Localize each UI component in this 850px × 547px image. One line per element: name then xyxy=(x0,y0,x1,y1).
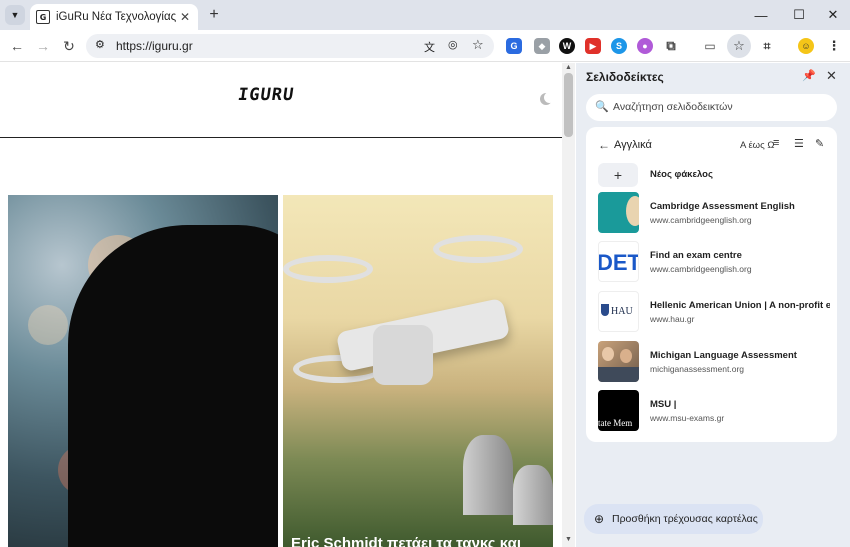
reload-button[interactable]: ↻ xyxy=(59,36,79,56)
bookmark-thumbnail xyxy=(598,192,639,233)
scroll-up-icon[interactable]: ▲ xyxy=(565,64,572,71)
bookmarks-panel-icon[interactable]: ☆ xyxy=(727,34,751,58)
plus-icon: + xyxy=(598,163,638,187)
panel-title: Σελιδοδείκτες xyxy=(586,70,664,84)
bookmark-title: MSU | xyxy=(650,399,677,410)
site-header: IGURU xyxy=(0,63,562,138)
shield-logo-icon xyxy=(601,304,609,316)
url-text: https://iguru.gr xyxy=(116,39,193,53)
tab-title: iGuRu Νέα Τεχνολογίας σε πρ xyxy=(56,11,178,23)
chat-extension-icon[interactable]: ● xyxy=(637,38,653,54)
bookmark-title: Hellenic American Union | A non-profit e… xyxy=(650,300,830,311)
new-tab-button[interactable]: + xyxy=(204,5,224,25)
extensions-puzzle-icon[interactable]: ⧉ xyxy=(663,38,679,54)
shield-extension-icon[interactable]: ◆ xyxy=(534,38,550,54)
thumbnail-text: tate Mem xyxy=(598,418,633,428)
search-placeholder: Αναζήτηση σελιδοδεικτών xyxy=(613,101,733,113)
browser-toolbar: ← → ↻ ⚙ https://iguru.gr 文 ◎ ☆ G ◆ W ▶ S… xyxy=(0,30,850,62)
bookmark-title: Find an exam centre xyxy=(650,250,742,261)
bookmark-star-icon[interactable]: ☆ xyxy=(472,37,484,53)
iguru-favicon-icon: G xyxy=(36,10,50,24)
bookmark-item[interactable]: tate Mem MSU | www.msu-exams.gr xyxy=(598,390,830,432)
close-tab-icon[interactable]: ✕ xyxy=(178,10,192,24)
close-window-button[interactable]: ✕ xyxy=(816,0,850,30)
sort-label[interactable]: Α έως Ω xyxy=(740,140,774,151)
folder-header: ← Αγγλικά Α έως Ω ≡ ☰ ✎ xyxy=(586,127,837,163)
maximize-button[interactable]: ☐ xyxy=(782,0,816,30)
web-page: IGURU Eric Schmidt πετάει τα τανκς και xyxy=(0,63,562,547)
sort-icon[interactable]: ≡ xyxy=(773,137,779,149)
article-image-headphones[interactable] xyxy=(8,195,278,547)
s-extension-icon[interactable]: S xyxy=(611,38,627,54)
add-circle-icon: ⊕ xyxy=(594,512,605,526)
scrollbar-thumb[interactable] xyxy=(564,73,573,137)
bookmarks-side-panel: Σελιδοδείκτες 📌 ✕ 🔍 Αναζήτηση σελιδοδεικ… xyxy=(576,63,850,547)
address-bar[interactable]: ⚙ https://iguru.gr 文 ◎ ☆ xyxy=(86,34,494,58)
article-caption[interactable]: Eric Schmidt πετάει τα τανκς και xyxy=(291,535,521,547)
forward-button[interactable]: → xyxy=(33,36,53,56)
screenshot-icon[interactable]: ⌗ xyxy=(759,38,775,54)
menu-kebab-icon[interactable]: ⋮ xyxy=(826,38,842,54)
bookmark-url: michiganassessment.org xyxy=(650,364,745,374)
back-button[interactable]: ← xyxy=(7,36,27,56)
video-extension-icon[interactable]: ▶ xyxy=(585,38,601,54)
new-folder-button[interactable]: + Νέος φάκελος xyxy=(598,163,828,187)
thumbnail-text: HAU xyxy=(611,306,633,317)
bookmark-item[interactable]: HAU Hellenic American Union | A non-prof… xyxy=(598,291,830,333)
bookmark-thumbnail: HAU xyxy=(598,291,639,332)
bookmark-title: Cambridge Assessment English xyxy=(650,201,795,212)
pin-icon[interactable]: 📌 xyxy=(802,69,816,82)
close-panel-icon[interactable]: ✕ xyxy=(826,68,837,84)
title-bar: ▼ G iGuRu Νέα Τεχνολογίας σε πρ ✕ + — ☐ … xyxy=(0,0,850,30)
search-icon: 🔍 xyxy=(595,101,609,113)
bookmark-item[interactable]: DET Find an exam centre www.cambridgeeng… xyxy=(598,241,830,283)
list-view-icon[interactable]: ☰ xyxy=(794,137,804,150)
new-folder-label: Νέος φάκελος xyxy=(650,169,713,180)
translate-icon[interactable]: 文 xyxy=(424,39,435,55)
eye-off-icon[interactable]: ◎ xyxy=(448,38,458,51)
article-image-drone[interactable]: Eric Schmidt πετάει τα τανκς και xyxy=(283,195,553,547)
site-logo[interactable]: IGURU xyxy=(237,85,296,105)
w-extension-icon[interactable]: W xyxy=(559,38,575,54)
bookmark-thumbnail: tate Mem xyxy=(598,390,639,431)
translate-extension-icon[interactable]: G xyxy=(506,38,522,54)
bookmark-thumbnail xyxy=(598,341,639,382)
back-arrow-icon[interactable]: ← xyxy=(598,138,610,152)
bookmark-thumbnail: DET xyxy=(598,241,639,282)
add-current-tab-button[interactable]: ⊕ Προσθήκη τρέχουσας καρτέλας xyxy=(584,504,763,534)
dark-mode-icon[interactable] xyxy=(540,92,555,105)
site-info-icon[interactable]: ⚙ xyxy=(95,38,105,51)
chevron-down-icon: ▼ xyxy=(10,10,20,20)
bookmark-search-input[interactable]: 🔍 Αναζήτηση σελιδοδεικτών xyxy=(586,94,837,121)
bookmark-item[interactable]: Michigan Language Assessment michiganass… xyxy=(598,341,830,383)
reading-list-icon[interactable]: ▭ xyxy=(702,38,718,54)
bookmark-url: www.cambridgeenglish.org xyxy=(650,264,752,274)
profile-avatar-icon[interactable]: ☺ xyxy=(798,38,814,54)
edit-pencil-icon[interactable]: ✎ xyxy=(815,137,824,150)
tab-search-button[interactable]: ▼ xyxy=(5,5,25,25)
bookmark-url: www.cambridgeenglish.org xyxy=(650,215,752,225)
bookmark-url: www.msu-exams.gr xyxy=(650,413,725,423)
tab-iguru[interactable]: G iGuRu Νέα Τεχνολογίας σε πρ ✕ xyxy=(30,4,198,30)
page-scrollbar[interactable]: ▲ ▼ xyxy=(562,63,575,547)
minimize-button[interactable]: — xyxy=(744,0,778,30)
bookmark-title: Michigan Language Assessment xyxy=(650,350,797,361)
bookmark-url: www.hau.gr xyxy=(650,314,695,324)
folder-name: Αγγλικά xyxy=(614,139,652,151)
scroll-down-icon[interactable]: ▼ xyxy=(565,536,572,543)
add-tab-label: Προσθήκη τρέχουσας καρτέλας xyxy=(612,513,758,525)
bookmark-folder-card: ← Αγγλικά Α έως Ω ≡ ☰ ✎ + Νέος φάκελος C… xyxy=(586,127,837,442)
bookmark-item[interactable]: Cambridge Assessment English www.cambrid… xyxy=(598,192,830,234)
thumbnail-text: DET xyxy=(598,250,639,275)
